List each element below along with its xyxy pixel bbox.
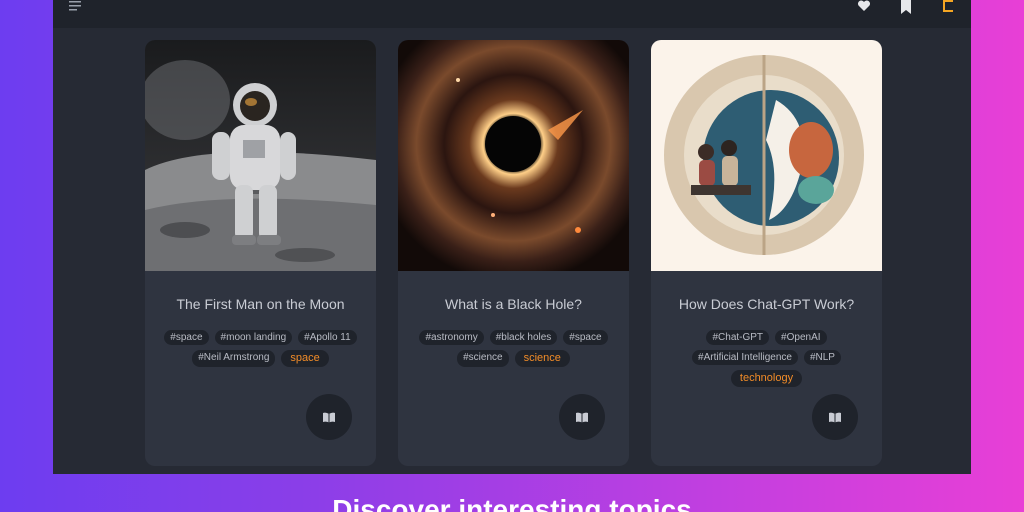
promo-headline: Discover interesting topics (332, 494, 692, 512)
read-button[interactable] (812, 394, 858, 440)
top-bar (53, 0, 971, 28)
brand-icon[interactable] (942, 0, 954, 12)
tag[interactable]: #space (563, 330, 608, 345)
category-badge[interactable]: science (514, 350, 570, 367)
tag[interactable]: #Chat-GPT (706, 330, 770, 345)
tag[interactable]: #OpenAI (775, 330, 827, 345)
tag-list: #astronomy #black holes #space #science … (412, 330, 615, 367)
menu-icon[interactable] (69, 0, 83, 12)
open-book-icon (323, 412, 335, 422)
open-book-icon (576, 412, 588, 422)
article-card[interactable]: What is a Black Hole? #astronomy #black … (398, 40, 629, 466)
article-card[interactable]: How Does Chat-GPT Work? #Chat-GPT #OpenA… (651, 40, 882, 466)
tag[interactable]: #black holes (489, 330, 558, 345)
bookmark-icon[interactable] (900, 0, 912, 14)
read-button[interactable] (559, 394, 605, 440)
tag-list: #Chat-GPT #OpenAI #Artificial Intelligen… (665, 330, 868, 387)
open-book-icon (829, 412, 841, 422)
card-title: How Does Chat-GPT Work? (678, 296, 855, 312)
article-card[interactable]: The First Man on the Moon #space #moon l… (145, 40, 376, 466)
tag[interactable]: #Neil Armstrong (192, 350, 276, 367)
tag-list: #space #moon landing #Apollo 11 #Neil Ar… (159, 330, 362, 367)
card-title: What is a Black Hole? (445, 296, 582, 312)
tag[interactable]: #science (457, 350, 509, 367)
read-button[interactable] (306, 394, 352, 440)
tag[interactable]: #moon landing (214, 330, 293, 345)
tag[interactable]: #Apollo 11 (298, 330, 357, 345)
category-badge[interactable]: space (281, 350, 329, 367)
heart-icon[interactable] (857, 0, 871, 12)
black-hole-image (398, 40, 629, 271)
card-title: The First Man on the Moon (176, 296, 345, 312)
tag[interactable]: #astronomy (419, 330, 484, 345)
tag[interactable]: #space (164, 330, 209, 345)
astronaut-on-moon-image (145, 40, 376, 271)
tag[interactable]: #Artificial Intelligence (692, 350, 798, 365)
tag[interactable]: #NLP (803, 350, 841, 365)
category-badge[interactable]: technology (730, 370, 803, 387)
split-globe-people-image (651, 40, 882, 271)
app-window: The First Man on the Moon #space #moon l… (53, 0, 971, 474)
